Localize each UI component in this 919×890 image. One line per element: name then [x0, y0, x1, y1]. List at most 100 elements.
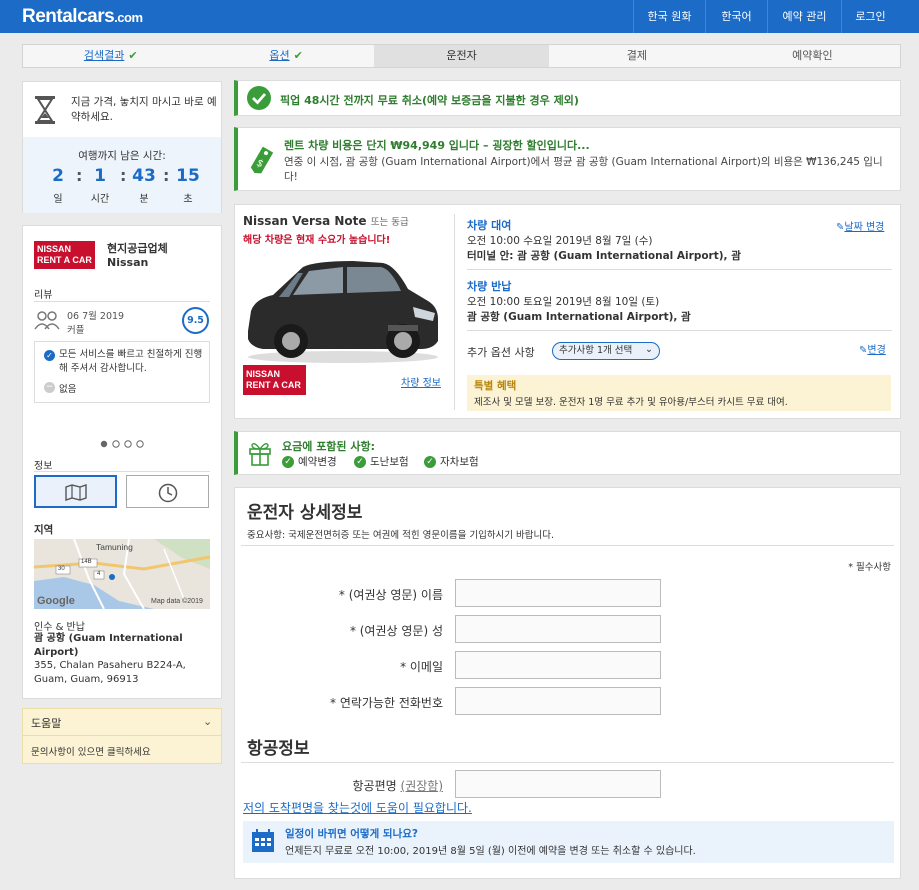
review-box: ✓ 모든 서비스를 빠르고 친절하게 진행해 주셔서 감사합니다. − 없음	[34, 341, 210, 403]
check-circle-icon: ✓	[282, 456, 294, 468]
nav-language[interactable]: 한국어	[705, 0, 767, 33]
help-title: 도움말	[31, 717, 62, 730]
car-summary-card: Nissan Versa Note 또는 동급 해당 차량은 현재 수요가 높습…	[234, 204, 901, 419]
hours-tab-button[interactable]	[126, 475, 209, 508]
chevron-down-icon: ⌄	[645, 344, 653, 355]
nav-currency[interactable]: 한국 원화	[633, 0, 705, 33]
countdown-seconds-label: 초	[183, 194, 193, 205]
countdown-separator: :	[76, 166, 83, 185]
flight-number-label: 항공편명 (권장함)	[352, 779, 443, 793]
location-map[interactable]: Tamuning 30 14B 4 Google Map data ©2019	[34, 539, 210, 609]
dropoff-title: 차량 반납	[467, 280, 512, 293]
countdown-separator: :	[120, 166, 127, 185]
flight-heading: 항공정보	[247, 739, 310, 759]
map-tab-button[interactable]	[34, 475, 117, 508]
phone-label: * 연락가능한 전화번호	[330, 696, 443, 710]
flight-help-link[interactable]: 저의 도착편명을 찾는것에 도움이 필요합니다.	[243, 799, 472, 816]
driver-note: 중요사항: 국제운전면허증 또는 여권에 적힌 영문이름을 기입하시기 바랍니다…	[247, 530, 555, 541]
last-name-label: * (여권상 영문) 성	[349, 624, 443, 638]
countdown-days: 2	[52, 166, 64, 186]
countdown-days-label: 일	[53, 194, 63, 205]
hourglass-icon	[34, 95, 56, 128]
review-type: 커플	[67, 325, 85, 336]
calendar-icon	[251, 829, 275, 856]
dropoff-time: 오전 10:00 토요일 2019년 8월 10일 (토)	[467, 296, 660, 308]
supplier-title: 현지공급업체	[107, 242, 168, 255]
edit-extras-link[interactable]: ✎변경	[859, 341, 886, 356]
free-cancellation-banner: 픽업 48시간 전까지 무료 취소(예약 보증금을 지불한 경우 제외)	[234, 80, 901, 116]
special-offer-title: 특별 혜택	[474, 380, 517, 392]
map-route-label: 14B	[81, 559, 92, 565]
check-circle-icon	[247, 86, 271, 110]
special-offer-box: 특별 혜택 제조사 및 모델 보장. 운전자 1명 무료 추가 및 유아용/부스…	[467, 375, 891, 411]
review-date: 06 7월 2019	[67, 311, 125, 322]
price-tag-icon: $	[250, 145, 274, 178]
included-item: ✓ 예약변경	[282, 454, 337, 469]
deal-title: 렌트 차량 비용은 단지 ₩94,949 입니다 – 굉장한 할인입니다...	[284, 139, 590, 152]
email-label: * 이메일	[400, 660, 443, 674]
clock-icon	[158, 483, 178, 506]
divider	[34, 471, 210, 472]
reviews-label: 리뷰	[34, 290, 53, 301]
change-dates-link[interactable]: ✎날짜 변경	[836, 218, 884, 233]
change-policy-text: 언제든지 무료로 오전 10:00, 2019년 8월 5일 (월) 이전에 예…	[285, 846, 696, 857]
step-payment: 결제	[626, 49, 648, 62]
flight-number-input[interactable]	[455, 770, 661, 798]
info-label: 정보	[34, 461, 53, 472]
review-score: 9.5	[182, 307, 209, 334]
countdown-hours: 1	[94, 166, 106, 186]
car-info-link[interactable]: 차량 정보	[401, 374, 441, 389]
phone-input[interactable]	[455, 687, 661, 715]
nav-login[interactable]: 로그인	[841, 0, 899, 33]
check-icon: ✔	[128, 49, 138, 62]
step-options-link[interactable]: 옵션	[269, 49, 289, 62]
countdown-box: 여행까지 남은 시간: 2 : 1 : 43 : 15 일 시간 분 초	[23, 137, 221, 213]
help-panel[interactable]: 도움말 ⌄ 문의사항이 있으면 클릭하세요	[22, 708, 222, 764]
review-negative: 없음	[59, 384, 77, 395]
car-image	[243, 259, 441, 368]
map-route-label: 30	[58, 566, 65, 572]
booking-progress-steps: 검색결과 ✔ 옵션 ✔ 운전자 결제 예약확인	[22, 44, 901, 68]
email-input[interactable]	[455, 651, 661, 679]
nissan-logo: NISSAN RENT A CAR	[243, 365, 306, 395]
address-line-2: Guam, Guam, 96913	[34, 674, 139, 685]
countdown-title: 여행까지 남은 시간:	[78, 150, 166, 162]
carousel-dots[interactable]	[100, 438, 146, 451]
nissan-logo: NISSAN RENT A CAR	[34, 241, 95, 269]
divider	[467, 269, 892, 270]
divider	[23, 735, 221, 736]
address-line-1: 355, Chalan Pasaheru B224-A,	[34, 660, 186, 671]
dropoff-place: 괌 공항 (Guam International Airport), 괌	[467, 311, 691, 323]
price-lock-text: 지금 가격, 놓치지 마시고 바로 예약하세요.	[71, 96, 217, 123]
step-search-results[interactable]: 검색결과 ✔	[23, 45, 198, 67]
cancellation-text: 픽업 48시간 전까지 무료 취소(예약 보증금을 지불한 경우 제외)	[280, 94, 579, 107]
minus-icon: −	[44, 382, 55, 393]
last-name-input[interactable]	[455, 615, 661, 643]
divider	[34, 301, 210, 302]
google-logo: Google	[37, 595, 75, 607]
included-item: ✓ 자차보험	[424, 454, 479, 469]
first-name-input[interactable]	[455, 579, 661, 607]
region-label: 지역	[34, 524, 54, 536]
change-policy-box: 일정이 바뀌면 어떻게 되나요? 언제든지 무료로 오전 10:00, 2019…	[243, 821, 894, 863]
check-circle-icon: ✓	[424, 456, 436, 468]
gift-icon	[248, 440, 272, 469]
deal-text: 연중 이 시점, 괌 공항 (Guam International Airpor…	[284, 156, 883, 183]
nav-manage-booking[interactable]: 예약 관리	[767, 0, 841, 33]
chevron-down-icon[interactable]: ⌄	[203, 715, 212, 728]
step-search-results-link[interactable]: 검색결과	[84, 49, 124, 62]
driver-heading: 운전자 상세정보	[247, 503, 363, 523]
pickup-label: 인수 & 반납	[34, 622, 85, 633]
extras-dropdown[interactable]: 추가사항 1개 선택 ⌄	[552, 342, 660, 360]
divider	[241, 545, 894, 546]
map-place-label: Tamuning	[96, 542, 133, 552]
check-icon: ✔	[293, 49, 303, 62]
step-options[interactable]: 옵션 ✔	[198, 45, 373, 67]
pickup-place: 터미널 안: 괌 공항 (Guam International Airport)…	[467, 250, 741, 262]
check-circle-icon: ✓	[354, 456, 366, 468]
special-offer-text: 제조사 및 모델 보장. 운전자 1명 무료 추가 및 유아용/부스터 카시트 …	[474, 397, 788, 408]
pickup-title: 차량 대여	[467, 219, 512, 232]
review-positive: 모든 서비스를 빠르고 친절하게 진행해 주셔서 감사합니다.	[59, 349, 203, 374]
countdown-seconds: 15	[176, 166, 200, 186]
rentalcars-logo[interactable]: Rentalcars.com	[22, 6, 143, 28]
